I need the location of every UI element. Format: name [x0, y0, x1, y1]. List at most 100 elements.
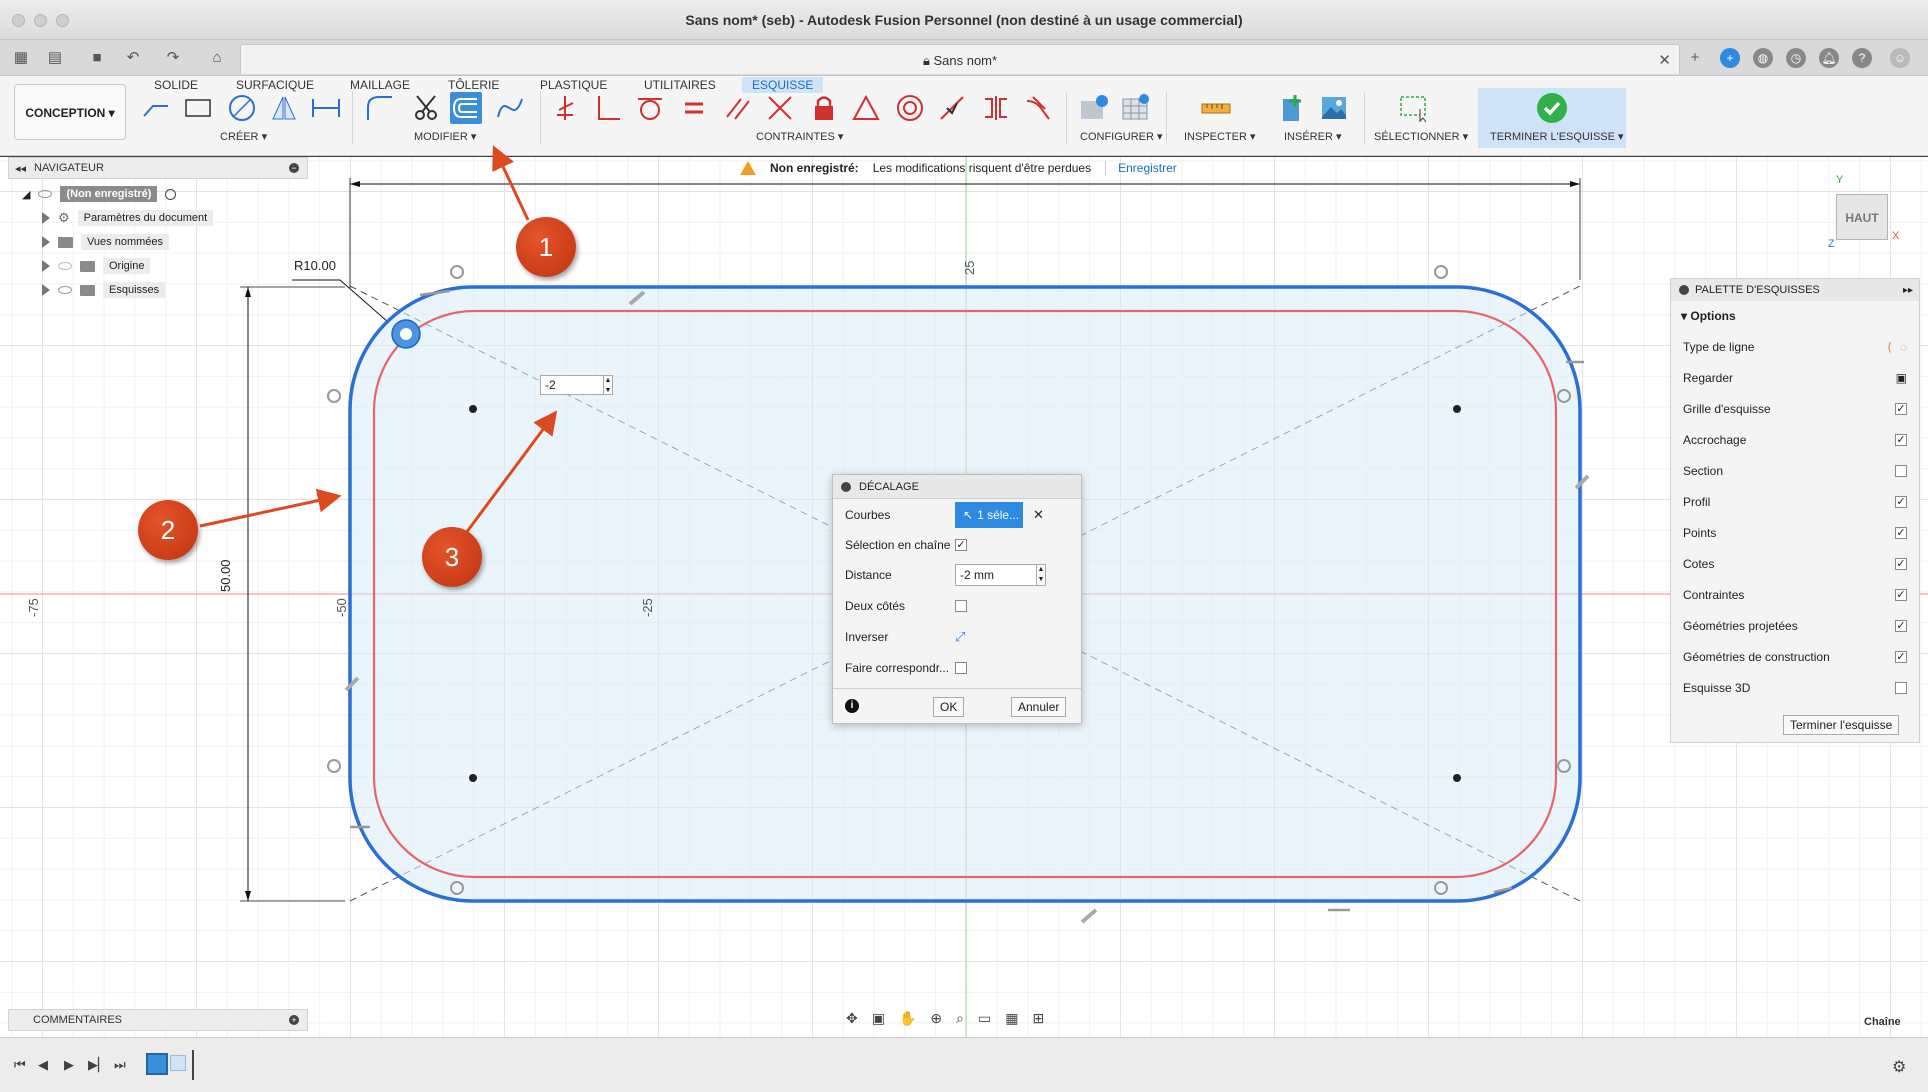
expand-palette-icon[interactable]: ▸▸ — [1903, 285, 1913, 296]
ok-button[interactable]: OK — [933, 697, 965, 717]
curvature-constraint-icon[interactable] — [1022, 92, 1054, 124]
avatar[interactable]: ☺ — [1890, 48, 1910, 68]
extensions-icon[interactable]: + — [1720, 48, 1740, 68]
new-tab-icon[interactable]: + — [1686, 49, 1704, 67]
palette-checkbox[interactable] — [1895, 465, 1907, 477]
gear-icon[interactable]: ⚙ — [1892, 1057, 1906, 1077]
active-indicator-icon[interactable] — [165, 188, 177, 200]
finish-sketch-button[interactable]: Terminer l'esquisse — [1783, 715, 1900, 735]
constraints-menu[interactable]: CONTRAINTES ▾ — [756, 130, 843, 143]
visibility-icon[interactable] — [58, 286, 72, 294]
insert-mesh-icon[interactable] — [1276, 92, 1308, 124]
save-icon[interactable]: ■ — [88, 49, 106, 67]
spline-tool-icon[interactable] — [494, 92, 526, 124]
job-status-icon[interactable]: ◷ — [1786, 48, 1806, 68]
root-collapse-icon[interactable]: ◢ — [22, 188, 30, 201]
collapse-dialog-icon[interactable] — [841, 481, 851, 492]
expand-icon[interactable] — [42, 260, 50, 272]
navigator-item-document-settings[interactable]: ⚙ Paramètres du document — [42, 208, 214, 228]
online-status-icon[interactable]: ◍ — [1753, 48, 1773, 68]
sketch-palette-header[interactable]: PALETTE D'ESQUISSES ▸▸ — [1671, 279, 1919, 301]
clear-selection-icon[interactable]: ✕ — [1033, 507, 1044, 523]
palette-checkbox[interactable]: ✓ — [1895, 403, 1907, 415]
tangent-constraint-icon[interactable] — [634, 92, 666, 124]
configure-menu[interactable]: CONFIGURER ▾ — [1080, 130, 1163, 143]
orbit-icon[interactable]: ✥ — [846, 1010, 858, 1027]
equal-constraint-icon[interactable] — [678, 92, 710, 124]
collapse-left-icon[interactable]: ◂◂ — [15, 162, 26, 175]
look-at-icon[interactable]: ▣ — [872, 1010, 885, 1027]
height-dimension[interactable]: 50.00 — [218, 559, 233, 592]
modify-menu[interactable]: MODIFIER ▾ — [414, 130, 476, 143]
tab-sketch[interactable]: ESQUISSE — [742, 77, 824, 93]
viewports-icon[interactable]: ⊞ — [1032, 1010, 1044, 1027]
zoom-window-icon[interactable]: ⌕ — [956, 1010, 964, 1027]
palette-checkbox[interactable]: ✓ — [1895, 434, 1907, 446]
line-tool-icon[interactable] — [140, 92, 172, 124]
invert-direction-icon[interactable]: ⤢ — [955, 629, 965, 645]
measure-tool-icon[interactable] — [1200, 92, 1232, 124]
offset-dialog-header[interactable]: DÉCALAGE — [833, 475, 1081, 499]
curves-selection-button[interactable]: ↖ 1 séle... — [955, 502, 1023, 528]
grid-settings-icon[interactable]: ▦ — [1005, 1010, 1018, 1027]
notifications-icon[interactable]: 🔔︎ — [1819, 48, 1839, 68]
timeline-forward-icon[interactable]: ▶▏ — [88, 1057, 108, 1073]
dimension-tool-icon[interactable] — [310, 92, 342, 124]
tab-sheet-metal[interactable]: TÔLERIE — [448, 78, 499, 92]
concentric-constraint-icon[interactable] — [894, 92, 926, 124]
mirror-tool-icon[interactable] — [268, 92, 300, 124]
help-icon[interactable]: ? — [1852, 48, 1872, 68]
expand-icon[interactable] — [42, 236, 50, 248]
tab-plastic[interactable]: PLASTIQUE — [540, 78, 607, 92]
chain-selection-checkbox[interactable]: ✓ — [955, 539, 967, 551]
tab-solid[interactable]: SOLIDE — [154, 78, 198, 92]
options-section[interactable]: ▾ Options — [1681, 309, 1736, 323]
palette-checkbox[interactable]: ✓ — [1895, 496, 1907, 508]
view-cube[interactable]: HAUT — [1836, 194, 1888, 240]
look-at-icon[interactable]: ▣ — [1896, 371, 1907, 385]
configure-parameters-icon[interactable] — [1078, 92, 1110, 124]
parallel-constraint-icon[interactable] — [722, 92, 754, 124]
timeline-marker[interactable] — [192, 1050, 194, 1080]
palette-checkbox[interactable]: ✓ — [1895, 527, 1907, 539]
collinear-constraint-icon[interactable] — [764, 92, 796, 124]
expand-icon[interactable] — [42, 212, 50, 224]
home-icon[interactable]: ⌂ — [208, 49, 226, 67]
add-comment-icon[interactable]: + — [289, 1015, 299, 1025]
rectangle-tool-icon[interactable] — [182, 92, 214, 124]
file-icon[interactable]: ▤ — [46, 49, 64, 67]
app-grid-icon[interactable]: ▦ — [12, 49, 30, 67]
select-menu[interactable]: SÉLECTIONNER ▾ — [1374, 130, 1468, 143]
insert-menu[interactable]: INSÉRER ▾ — [1284, 130, 1341, 143]
navigator-item-named-views[interactable]: Vues nommées — [42, 232, 170, 252]
document-tab[interactable]: 🔒︎ Sans nom* ✕ — [240, 44, 1680, 74]
offset-tool-icon[interactable] — [450, 92, 482, 124]
collapse-palette-icon[interactable] — [1679, 285, 1689, 295]
midpoint-constraint-icon[interactable] — [936, 92, 968, 124]
finish-sketch-menu[interactable]: TERMINER L'ESQUISSE ▾ — [1490, 130, 1624, 143]
display-settings-icon[interactable]: ▭ — [978, 1010, 991, 1027]
inspect-menu[interactable]: INSPECTER ▾ — [1184, 130, 1256, 143]
navigator-item-sketches[interactable]: Esquisses — [42, 280, 166, 300]
configure-table-icon[interactable] — [1120, 92, 1152, 124]
finish-sketch-icon[interactable] — [1536, 92, 1568, 124]
linetype-construction-icon[interactable]: ◌ — [1900, 340, 1907, 354]
palette-checkbox[interactable]: ✓ — [1895, 558, 1907, 570]
visibility-icon[interactable] — [58, 262, 72, 270]
navigator-pin-icon[interactable]: − — [289, 163, 299, 173]
tab-surface[interactable]: SURFACIQUE — [236, 78, 314, 92]
inline-stepper[interactable]: ▲ ▼ — [603, 375, 613, 395]
linetype-normal-icon[interactable]: ⟨ — [1887, 340, 1892, 354]
symmetry-constraint-icon[interactable] — [980, 92, 1012, 124]
pan-icon[interactable]: ✋ — [899, 1010, 916, 1027]
insert-image-icon[interactable] — [1318, 92, 1350, 124]
undo-icon[interactable]: ↶ — [124, 49, 142, 67]
triangle-constraint-icon[interactable] — [850, 92, 882, 124]
palette-checkbox[interactable]: ✓ — [1895, 620, 1907, 632]
create-menu[interactable]: CRÉER ▾ — [220, 130, 267, 143]
inline-offset-input[interactable]: -2 ▲ ▼ — [540, 375, 613, 395]
coincident-constraint-icon[interactable] — [550, 92, 582, 124]
timeline-sketch-feature[interactable] — [146, 1053, 168, 1075]
timeline-start-icon[interactable]: ⏮ — [14, 1057, 26, 1073]
timeline-back-icon[interactable]: ◀ — [38, 1057, 48, 1073]
